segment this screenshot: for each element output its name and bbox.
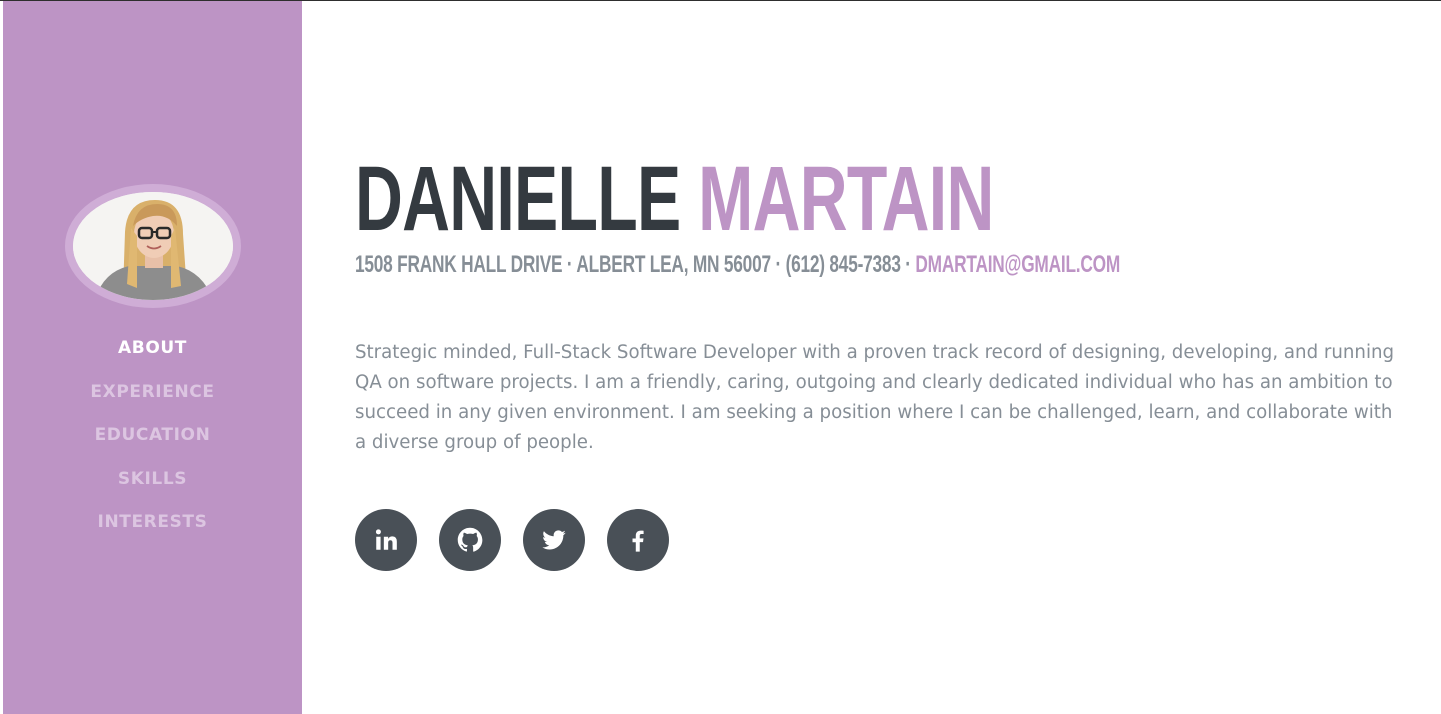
nav-item-interests[interactable]: INTERESTS bbox=[3, 508, 302, 552]
social-icons bbox=[355, 509, 669, 571]
profile-photo bbox=[73, 192, 233, 300]
facebook-button[interactable] bbox=[607, 509, 669, 571]
twitter-icon bbox=[542, 530, 566, 550]
first-name: DANIELLE bbox=[355, 148, 681, 250]
sidebar-nav: ABOUT EXPERIENCE EDUCATION SKILLS INTERE… bbox=[3, 334, 302, 552]
twitter-button[interactable] bbox=[523, 509, 585, 571]
contact-line: 1508 FRANK HALL DRIVE · ALBERT LEA, MN 5… bbox=[355, 251, 1120, 279]
avatar bbox=[73, 192, 233, 300]
bio-text: Strategic minded, Full-Stack Software De… bbox=[355, 342, 1395, 453]
nav-item-experience[interactable]: EXPERIENCE bbox=[3, 378, 302, 422]
linkedin-button[interactable] bbox=[355, 509, 417, 571]
sidebar: ABOUT EXPERIENCE EDUCATION SKILLS INTERE… bbox=[3, 1, 302, 714]
github-button[interactable] bbox=[439, 509, 501, 571]
page-title: DANIELLE MARTAIN bbox=[355, 151, 994, 247]
nav-item-about[interactable]: ABOUT bbox=[3, 334, 302, 378]
last-name: MARTAIN bbox=[698, 148, 994, 250]
nav-item-skills[interactable]: SKILLS bbox=[3, 465, 302, 509]
github-icon bbox=[457, 527, 483, 552]
avatar-ring bbox=[65, 184, 241, 308]
facebook-icon bbox=[632, 530, 644, 552]
email-link[interactable]: DMARTAIN@GMAIL.COM bbox=[915, 251, 1120, 278]
page: ABOUT EXPERIENCE EDUCATION SKILLS INTERE… bbox=[0, 0, 1441, 714]
linkedin-icon bbox=[375, 529, 397, 550]
contact-text: 1508 FRANK HALL DRIVE · ALBERT LEA, MN 5… bbox=[355, 251, 916, 278]
nav-item-education[interactable]: EDUCATION bbox=[3, 421, 302, 465]
